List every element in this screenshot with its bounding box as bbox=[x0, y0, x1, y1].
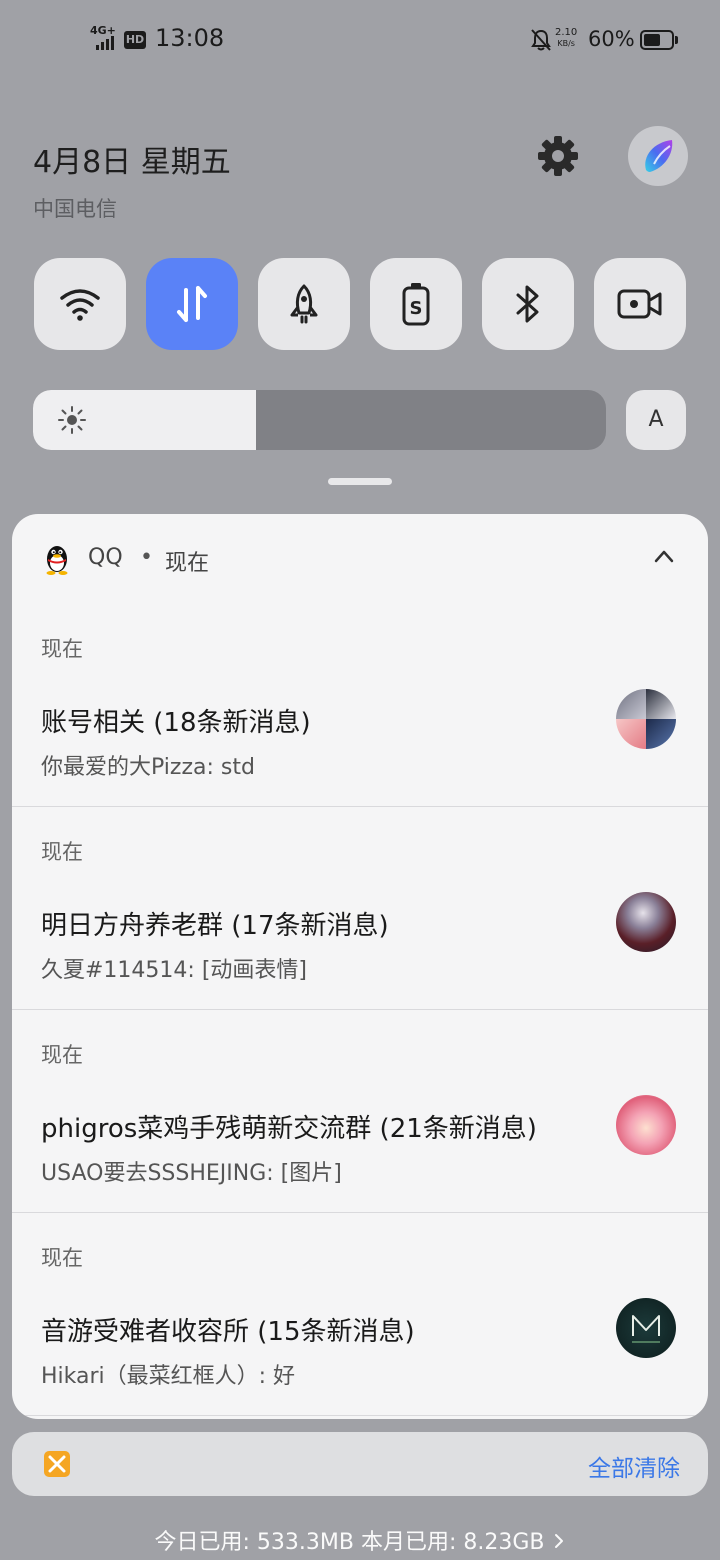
qq-penguin-icon bbox=[46, 546, 68, 575]
rocket-icon bbox=[290, 284, 318, 324]
panel-drag-handle[interactable] bbox=[328, 478, 392, 485]
notification-title: 账号相关 (18条新消息) bbox=[41, 708, 311, 738]
clear-all-button[interactable]: 全部清除 bbox=[588, 1449, 680, 1483]
chevron-up-icon[interactable] bbox=[652, 546, 676, 566]
data-usage-text: 今日已用: 533.3MB 本月已用: 8.23GB bbox=[154, 1530, 545, 1555]
hd-voice-badge: HD bbox=[124, 31, 146, 49]
notification-header-time: 现在 bbox=[165, 551, 210, 576]
m-logo-icon bbox=[632, 1315, 660, 1343]
screen-record-icon bbox=[617, 289, 662, 319]
notification-item[interactable]: 现在 音游受难者收容所 (15条新消息) Hikari（最菜红框人）: 好 bbox=[12, 1213, 708, 1416]
group-avatar bbox=[616, 892, 676, 952]
battery-level bbox=[644, 34, 660, 46]
group-avatar bbox=[616, 1095, 676, 1155]
speed-value: 2.10 bbox=[555, 27, 578, 38]
speed-unit: KB/s bbox=[557, 39, 575, 48]
signal-icon: 4G+ bbox=[90, 24, 120, 52]
notification-message: Hikari（最菜红框人）: 好 bbox=[41, 1364, 296, 1389]
notification-app-name: QQ bbox=[88, 545, 123, 570]
notification-title: phigros菜鸡手残萌新交流群 (21条新消息) bbox=[41, 1114, 537, 1144]
svg-text:S: S bbox=[410, 298, 423, 319]
notification-item[interactable]: 现在 phigros菜鸡手残萌新交流群 (21条新消息) USAO要去SSSHE… bbox=[12, 1010, 708, 1213]
wifi-icon bbox=[60, 289, 100, 321]
notification-settings-icon[interactable] bbox=[44, 1451, 70, 1477]
battery-saver-icon: S bbox=[402, 283, 430, 326]
notification-title: 音游受难者收容所 (15条新消息) bbox=[41, 1317, 415, 1347]
battery-percent: 60% bbox=[588, 27, 635, 51]
battery-icon bbox=[640, 30, 674, 50]
mute-bell-icon bbox=[531, 29, 551, 51]
battery-saver-toggle[interactable]: S bbox=[370, 258, 462, 350]
status-bar: 4G+ HD 13:08 2.10 KB/s 60% bbox=[0, 0, 720, 80]
network-speed: 2.10 KB/s bbox=[555, 27, 577, 49]
notification-title: 明日方舟养老群 (17条新消息) bbox=[41, 911, 389, 941]
notification-time: 现在 bbox=[41, 637, 83, 661]
notification-time: 现在 bbox=[41, 1246, 83, 1270]
bluetooth-toggle[interactable] bbox=[482, 258, 574, 350]
notification-item[interactable]: 现在 明日方舟养老群 (17条新消息) 久夏#114514: [动画表情] bbox=[12, 807, 708, 1010]
date-label: 4月8日 星期五 bbox=[33, 145, 231, 180]
wifi-toggle[interactable] bbox=[34, 258, 126, 350]
notification-message: USAO要去SSSHEJING: [图片] bbox=[41, 1161, 342, 1186]
bluetooth-icon bbox=[516, 285, 539, 323]
feather-logo-icon bbox=[645, 140, 673, 172]
clock: 13:08 bbox=[155, 24, 225, 52]
notification-app-header[interactable]: QQ • 现在 bbox=[12, 514, 708, 604]
mobile-data-toggle[interactable] bbox=[146, 258, 238, 350]
notification-group-qq: QQ • 现在 现在 账号相关 (18条新消息) 你最爱的大Pizza: std… bbox=[12, 514, 708, 1419]
group-avatar bbox=[616, 689, 676, 749]
brightness-slider[interactable] bbox=[33, 390, 606, 450]
notification-time: 现在 bbox=[41, 840, 83, 864]
tools-icon bbox=[48, 1455, 66, 1473]
battery-tip bbox=[675, 36, 678, 44]
data-usage-link[interactable]: 今日已用: 533.3MB 本月已用: 8.23GB bbox=[0, 1524, 720, 1556]
group-avatar bbox=[616, 1298, 676, 1358]
chevron-right-icon bbox=[554, 1534, 563, 1548]
notification-message: 你最爱的大Pizza: std bbox=[41, 755, 255, 780]
notification-time: 现在 bbox=[41, 1043, 83, 1067]
user-avatar-button[interactable] bbox=[628, 126, 688, 186]
notification-item[interactable]: 现在 账号相关 (18条新消息) 你最爱的大Pizza: std bbox=[12, 604, 708, 807]
notification-actions-bar: 全部清除 bbox=[12, 1432, 708, 1496]
separator-dot: • bbox=[140, 545, 153, 570]
carrier-label: 中国电信 bbox=[33, 197, 117, 221]
sun-icon bbox=[58, 406, 86, 434]
auto-brightness-button[interactable]: A bbox=[626, 390, 686, 450]
game-boost-toggle[interactable] bbox=[258, 258, 350, 350]
divider bbox=[12, 1415, 708, 1416]
settings-gear-icon[interactable] bbox=[535, 133, 581, 179]
screen-record-toggle[interactable] bbox=[594, 258, 686, 350]
notification-message: 久夏#114514: [动画表情] bbox=[41, 958, 307, 983]
mobile-data-icon bbox=[177, 286, 207, 322]
